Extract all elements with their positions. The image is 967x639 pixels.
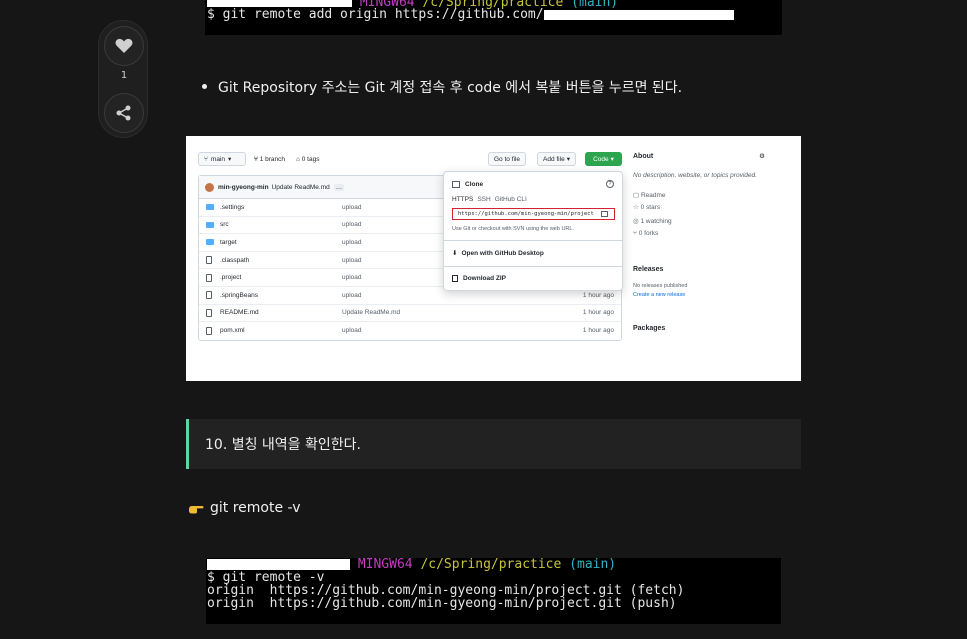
releases-title: Releases: [633, 266, 664, 273]
terminal-icon: [452, 181, 460, 188]
pointing-hand-icon: [189, 506, 204, 514]
zip-icon: [452, 275, 458, 282]
chevron-down-icon: ▾: [228, 156, 232, 163]
stars-count: ☆ 0 stars: [633, 204, 661, 211]
file-name: target: [220, 238, 237, 246]
branch-icon: ⑂: [204, 155, 208, 163]
file-name: src: [220, 221, 229, 229]
book-icon: ▢: [633, 192, 640, 199]
packages-title: Packages: [633, 325, 666, 332]
file-time: 1 hour ago: [582, 291, 614, 299]
commit-message: Update ReadMe.md: [271, 183, 330, 191]
share-button[interactable]: [104, 93, 144, 133]
github-screenshot: ⑂ main ▾ ⑂ 1 branch ⌂ 0 tags Go to file Ad…: [186, 136, 801, 381]
file-commit-message: upload: [342, 256, 362, 264]
star-icon: ☆: [633, 204, 639, 211]
command-text: git remote -v: [210, 500, 301, 516]
prompt-env: MINGW64: [357, 558, 413, 572]
file-icon: [206, 256, 212, 265]
clone-dropdown: Clone ? HTTPS SSH GitHub CLI https://git…: [443, 171, 623, 291]
fork-icon: ⑂: [633, 230, 637, 237]
file-commit-message: upload: [342, 203, 362, 211]
create-release-link: Create a new release: [633, 292, 686, 298]
tab-github-cli: GitHub CLI: [494, 196, 527, 203]
command-hint: git remote -v: [188, 500, 301, 516]
like-button[interactable]: [104, 26, 144, 66]
heart-icon: [115, 38, 133, 53]
redacted-url: [543, 9, 734, 20]
readme-link: ▢ Readme: [633, 192, 666, 199]
branch-select: ⑂ main ▾: [198, 152, 246, 166]
folder-icon: [206, 221, 214, 228]
eye-icon: ◎: [633, 218, 639, 225]
file-icon: [206, 326, 212, 335]
open-desktop-option: Open with GitHub Desktop: [461, 249, 544, 257]
desktop-icon: ⬇: [452, 250, 458, 257]
about-panel: About ⚙ No description, website, or topi…: [633, 136, 793, 381]
branch-count: ⑂ 1 branch: [254, 156, 286, 163]
table-row: README.md Update ReadMe.md 1 hour ago: [199, 305, 621, 323]
redacted-user: [207, 559, 350, 570]
clone-url-field: https://github.com/min-gyeong-min/projec…: [452, 208, 615, 220]
about-title: About: [633, 153, 654, 160]
terminal-remote-add: MINGW64 /c/Spring/practice (main) $ git r…: [205, 0, 782, 35]
file-icon: [206, 308, 212, 317]
like-count: 1: [120, 70, 128, 81]
table-row: pom.xml upload 1 hour ago: [199, 322, 621, 340]
commit-author: min-gyeong-min: [218, 183, 269, 191]
tag-count: ⌂ 0 tags: [296, 156, 320, 163]
code-button: Code ▾: [585, 152, 622, 166]
forks-count: ⑂ 0 forks: [633, 230, 659, 237]
file-name: .project: [220, 274, 242, 282]
terminal-remote-v: MINGW64 /c/Spring/practice (main) $ git r…: [206, 558, 781, 624]
file-commit-message: upload: [342, 327, 362, 335]
clone-hint: Use Git or checkout with SVN using the w…: [452, 226, 574, 232]
step-text: 10. 별칭 내역을 확인한다.: [205, 437, 361, 453]
releases-none: No releases published: [633, 283, 688, 289]
prompt-path: /c/Spring/practice: [420, 558, 562, 572]
folder-icon: [206, 204, 214, 211]
tab-https: HTTPS: [452, 196, 474, 203]
avatar: [205, 182, 214, 192]
clone-title: Clone: [465, 181, 484, 188]
branch-label: main: [210, 155, 225, 163]
file-icon: [206, 291, 212, 300]
prompt-branch: (main): [569, 558, 617, 572]
help-icon: ?: [606, 180, 614, 188]
file-name: .classpath: [220, 256, 250, 264]
file-commit-message: upload: [342, 221, 362, 229]
clone-tabs: HTTPS SSH GitHub CLI: [452, 196, 527, 203]
file-name: pom.xml: [220, 327, 245, 335]
file-name: .springBeans: [220, 291, 258, 299]
bullet-item: Git Repository 주소는 Git 계정 접속 후 code 에서 복…: [201, 77, 682, 97]
go-to-file-button: Go to file: [488, 152, 527, 166]
add-file-button: Add file ▾: [537, 152, 576, 166]
about-description: No description, website, or topics provi…: [633, 172, 757, 179]
file-time: 1 hour ago: [582, 327, 614, 335]
redacted-user: [207, 0, 352, 7]
file-commit-message: Update ReadMe.md: [342, 309, 401, 317]
file-commit-message: upload: [342, 291, 362, 299]
ellipsis-icon: …: [333, 183, 345, 191]
tab-ssh: SSH: [477, 196, 491, 203]
share-icon: [116, 105, 131, 121]
tag-icon: ⌂: [296, 156, 300, 163]
file-time: 1 hour ago: [582, 309, 614, 317]
side-actions: 1: [98, 20, 148, 138]
watching-count: ◎ 1 watching: [633, 218, 672, 225]
output-push: origin https://github.com/min-gyeong-min…: [207, 596, 677, 611]
clone-url: https://github.com/min-gyeong-min/projec…: [458, 211, 594, 217]
file-name: .settings: [220, 203, 245, 211]
step-callout: 10. 별칭 내역을 확인한다.: [186, 419, 801, 469]
file-commit-message: upload: [342, 274, 362, 282]
gear-icon: ⚙: [759, 153, 765, 160]
copy-icon: [601, 211, 608, 217]
folder-icon: [206, 239, 214, 246]
command-line: $ git remote add origin https://github.c…: [207, 7, 544, 22]
file-commit-message: upload: [342, 238, 362, 246]
file-icon: [206, 273, 212, 282]
download-zip-option: Download ZIP: [463, 275, 506, 282]
file-name: README.md: [220, 309, 259, 317]
